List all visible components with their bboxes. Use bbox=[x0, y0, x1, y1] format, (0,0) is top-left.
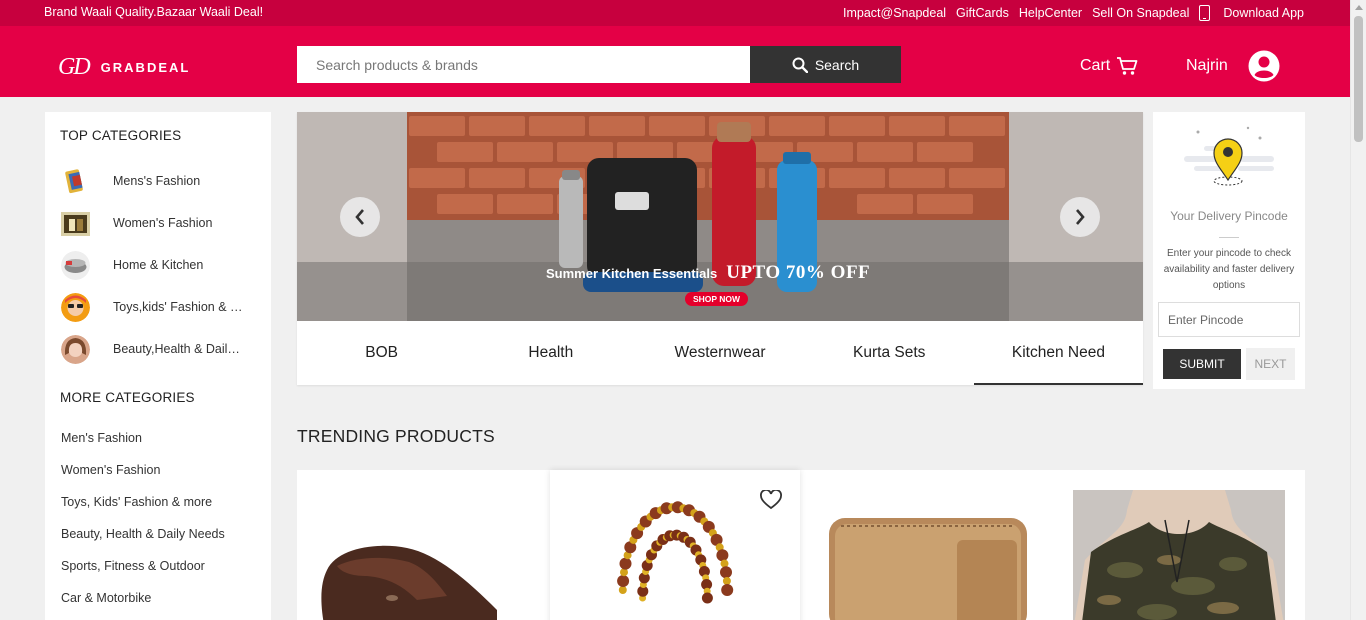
top-category-home-kitchen[interactable]: Home & Kitchen bbox=[61, 250, 261, 280]
banner-offer: UPTO 70% OFF bbox=[726, 262, 871, 283]
tab-kitchen-need[interactable]: Kitchen Need bbox=[973, 321, 1144, 385]
impact-link[interactable]: Impact@Snapdeal bbox=[843, 6, 946, 20]
banner-text: Summer Kitchen Essentials UPTO 70% OFF bbox=[546, 262, 870, 284]
banner-image bbox=[297, 112, 1143, 321]
pincode-submit-button[interactable]: SUBMIT bbox=[1163, 349, 1241, 379]
more-category-item[interactable]: Sports, Fitness & Outdoor bbox=[61, 559, 205, 573]
tab-westernwear[interactable]: Westernwear bbox=[635, 321, 804, 385]
tab-bob[interactable]: BOB bbox=[297, 321, 466, 385]
shop-now-button[interactable]: SHOP NOW bbox=[685, 292, 749, 306]
home-kitchen-thumb-icon bbox=[61, 250, 90, 280]
location-pin-icon bbox=[1184, 126, 1274, 186]
more-category-item[interactable]: Women's Fashion bbox=[61, 463, 160, 477]
top-category-label: Home & Kitchen bbox=[113, 258, 204, 272]
sell-on-snapdeal-link[interactable]: Sell On Snapdeal bbox=[1092, 6, 1189, 20]
more-category-item[interactable]: Car & Motorbike bbox=[61, 591, 151, 605]
delivery-pincode-panel: Your Delivery Pincode Enter your pincode… bbox=[1153, 112, 1305, 389]
more-categories-heading: MORE CATEGORIES bbox=[60, 390, 195, 405]
tagline: Brand Waali Quality.Bazaar Waali Deal! bbox=[44, 5, 264, 19]
search-icon bbox=[792, 57, 808, 73]
top-category-beauty-health[interactable]: Beauty,Health & Daily .... bbox=[61, 334, 261, 364]
page-scrollbar[interactable] bbox=[1350, 0, 1366, 620]
toys-kids-thumb-icon bbox=[61, 292, 90, 322]
more-category-item[interactable]: Men's Fashion bbox=[61, 431, 142, 445]
product-card[interactable] bbox=[1073, 490, 1285, 620]
mens-fashion-thumb-icon bbox=[61, 166, 90, 196]
banner-carousel: Summer Kitchen Essentials UPTO 70% OFF S… bbox=[297, 112, 1144, 385]
pincode-input[interactable] bbox=[1158, 302, 1300, 337]
top-bar: Brand Waali Quality.Bazaar Waali Deal! I… bbox=[0, 0, 1350, 26]
top-categories-heading: TOP CATEGORIES bbox=[60, 128, 182, 143]
banner-next-button[interactable] bbox=[1060, 197, 1100, 237]
beauty-health-thumb-icon bbox=[61, 334, 90, 364]
scroll-up-arrow-icon[interactable] bbox=[1355, 5, 1363, 10]
top-category-label: Mens's Fashion bbox=[113, 174, 201, 188]
search-button[interactable]: Search bbox=[750, 46, 901, 83]
product-card[interactable] bbox=[801, 470, 1053, 620]
trending-products-row bbox=[297, 470, 1305, 620]
tab-kurta-sets[interactable]: Kurta Sets bbox=[805, 321, 974, 385]
cart-icon bbox=[1117, 57, 1138, 75]
womens-fashion-thumb-icon bbox=[61, 209, 90, 238]
top-category-label: Beauty,Health & Daily .... bbox=[113, 342, 245, 356]
mobile-phone-icon bbox=[1199, 5, 1211, 21]
user-avatar-icon bbox=[1248, 50, 1280, 82]
top-links: Impact@Snapdeal GiftCards HelpCenter Sel… bbox=[833, 5, 1304, 21]
camouflage-tshirt-image bbox=[1073, 490, 1285, 620]
user-name: Najrin bbox=[1186, 57, 1228, 74]
trending-products-heading: TRENDING PRODUCTS bbox=[297, 426, 495, 446]
top-category-mens-fashion[interactable]: Mens's Fashion bbox=[61, 166, 261, 196]
brown-leather-sandal-image bbox=[321, 545, 497, 620]
cart-label: Cart bbox=[1080, 57, 1111, 74]
top-category-womens-fashion[interactable]: Women's Fashion bbox=[61, 208, 261, 238]
pincode-title: Your Delivery Pincode bbox=[1170, 209, 1288, 223]
giftcards-link[interactable]: GiftCards bbox=[956, 6, 1009, 20]
tab-health[interactable]: Health bbox=[466, 321, 635, 385]
product-card[interactable] bbox=[297, 470, 549, 620]
tan-leather-wallet-image bbox=[829, 518, 1027, 620]
chevron-right-icon bbox=[1076, 209, 1085, 225]
cart-button[interactable]: Cart bbox=[1080, 56, 1138, 76]
download-app-link[interactable]: Download App bbox=[1223, 6, 1304, 20]
site-logo[interactable]: GD GRABDEAL bbox=[58, 54, 190, 81]
helpcenter-link[interactable]: HelpCenter bbox=[1019, 6, 1082, 20]
search-button-label: Search bbox=[814, 56, 860, 73]
banner-headline: Summer Kitchen Essentials bbox=[546, 266, 718, 281]
search-input[interactable] bbox=[297, 46, 750, 83]
scroll-thumb[interactable] bbox=[1354, 16, 1363, 142]
category-sidebar: TOP CATEGORIES Mens's Fashion Women's Fa… bbox=[45, 112, 271, 620]
main-header: GD GRABDEAL Search Cart Najrin bbox=[0, 26, 1350, 97]
pincode-next-button[interactable]: NEXT bbox=[1246, 348, 1295, 380]
heart-icon[interactable] bbox=[760, 490, 782, 510]
logo-mark: GD bbox=[58, 54, 91, 80]
more-category-item[interactable]: Beauty, Health & Daily Needs bbox=[61, 527, 225, 541]
logo-text: GRABDEAL bbox=[100, 60, 191, 75]
banner-tabs: BOB Health Westernwear Kurta Sets Kitche… bbox=[297, 321, 1144, 385]
product-card[interactable] bbox=[550, 470, 800, 620]
top-category-toys-kids[interactable]: Toys,kids' Fashion & m... bbox=[61, 292, 261, 322]
pincode-divider bbox=[1219, 237, 1239, 238]
user-menu[interactable]: Najrin bbox=[1186, 50, 1280, 82]
pincode-description: Enter your pincode to check availability… bbox=[1163, 248, 1295, 291]
banner-prev-button[interactable] bbox=[340, 197, 380, 237]
top-category-label: Women's Fashion bbox=[113, 216, 213, 230]
more-category-item[interactable]: Toys, Kids' Fashion & more bbox=[61, 495, 212, 509]
top-category-label: Toys,kids' Fashion & m... bbox=[113, 300, 245, 314]
chevron-left-icon bbox=[355, 209, 364, 225]
banner-slide[interactable]: Summer Kitchen Essentials UPTO 70% OFF S… bbox=[297, 112, 1143, 321]
